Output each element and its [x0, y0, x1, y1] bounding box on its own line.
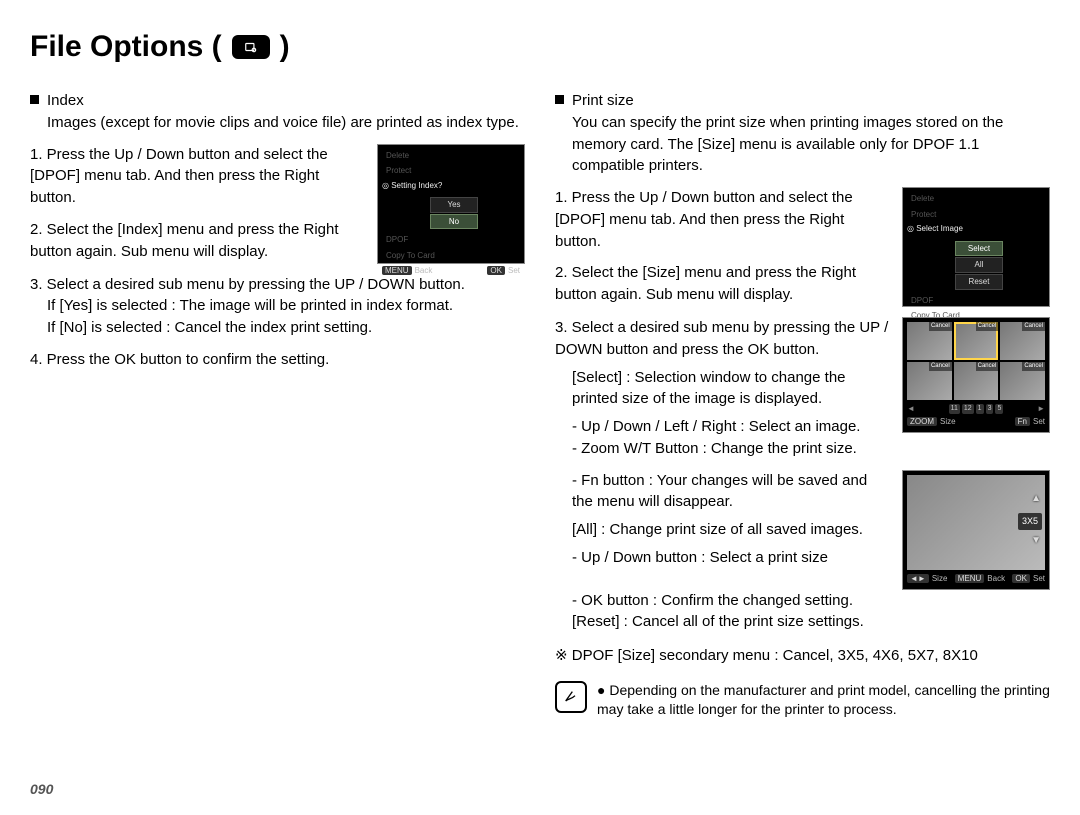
right-fn: - Fn button : Your changes will be saved…: [572, 470, 890, 514]
lcd-single-photo: ▲ 3X5 ▼ ◄►Size MENUBack OKSet: [902, 470, 1050, 590]
arrow-up-icon: ▲: [1031, 492, 1041, 507]
section-title-print-size: Print size: [572, 90, 634, 112]
left-step1: 1. Press the Up / Down button and select…: [30, 144, 365, 209]
menu-copy: Copy To Card: [382, 249, 520, 263]
footer-back: Back: [987, 574, 1005, 583]
right-column: Print size You can specify the print siz…: [555, 90, 1050, 720]
left-step3: 3. Select a desired sub menu by pressing…: [30, 274, 525, 296]
right-step1: 1. Press the Up / Down button and select…: [555, 187, 890, 252]
note-text: Depending on the manufacturer and print …: [597, 682, 1050, 718]
left-column: Index Images (except for movie clips and…: [30, 90, 525, 720]
menu-setting-index: ◎ Setting Index?: [382, 180, 520, 192]
tag-arrows: ◄►: [907, 574, 929, 583]
left-step2: 2. Select the [Index] menu and press the…: [30, 219, 365, 263]
right-select: [Select] : Selection window to change th…: [572, 367, 890, 411]
page-label: 1: [976, 404, 984, 414]
lcd-setting-index: Delete Protect ◎ Setting Index? Yes No D…: [377, 144, 525, 264]
menu-select-image: ◎ Select Image: [907, 223, 1045, 235]
lcd-thumbnail-grid: Cancel Cancel Cancel Cancel Cancel Cance…: [902, 317, 1050, 433]
page-label: 12: [962, 404, 974, 414]
choice-no: No: [430, 214, 478, 230]
page-nav-left: ◄: [907, 403, 915, 415]
tag-ok: OK: [487, 266, 505, 275]
page-nav-right: ►: [1037, 403, 1045, 415]
page-label: 11: [949, 404, 960, 414]
thumb: Cancel: [1000, 362, 1045, 400]
right-zoom: - Zoom W/T Button : Change the print siz…: [572, 438, 890, 460]
menu-dpof: DPOF: [907, 294, 1045, 308]
tag-ok: OK: [1012, 574, 1030, 583]
right-reset: [Reset] : Cancel all of the print size s…: [572, 611, 1050, 633]
menu-protect: Protect: [382, 164, 520, 178]
page-number: 090: [30, 781, 53, 797]
thumb: Cancel: [907, 362, 952, 400]
tag-menu: MENU: [955, 574, 985, 583]
right-updown: - Up / Down / Left / Right : Select an i…: [572, 416, 890, 438]
right-step3: 3. Select a desired sub menu by pressing…: [555, 317, 890, 361]
choice-reset: Reset: [955, 274, 1003, 290]
left-step3-yes: If [Yes] is selected : The image will be…: [47, 295, 525, 317]
footer-set: Set: [1033, 417, 1045, 426]
size-badge: 3X5: [1018, 513, 1042, 530]
left-step3-no: If [No] is selected : Cancel the index p…: [47, 317, 525, 339]
footer-set: Set: [508, 266, 520, 275]
menu-dpof: DPOF: [382, 233, 520, 247]
thumb: Cancel: [954, 362, 999, 400]
choice-all: All: [955, 257, 1003, 273]
section-title-index: Index: [47, 90, 84, 112]
menu-delete: Delete: [907, 192, 1045, 206]
right-updown2: - Up / Down button : Select a print size: [572, 547, 890, 569]
dpof-secondary: ※ DPOF [Size] secondary menu : Cancel, 3…: [555, 645, 1050, 667]
footer-size: Size: [932, 574, 948, 583]
page-label: 3: [986, 404, 994, 414]
thumb: Cancel: [1000, 322, 1045, 360]
choice-select: Select: [955, 241, 1003, 257]
thumb-selected: Cancel: [954, 322, 999, 360]
menu-delete: Delete: [382, 149, 520, 163]
square-bullet-icon: [30, 95, 39, 104]
index-intro: Images (except for movie clips and voice…: [47, 112, 525, 134]
arrow-down-icon: ▼: [1031, 534, 1041, 549]
right-step2: 2. Select the [Size] menu and press the …: [555, 262, 890, 306]
choice-yes: Yes: [430, 197, 478, 213]
page-label: 5: [995, 404, 1003, 414]
page-title: File Options ( ): [30, 30, 1050, 64]
right-all: [All] : Change print size of all saved i…: [572, 519, 890, 541]
title-text: File Options (: [30, 30, 222, 64]
footer-size: Size: [940, 417, 956, 426]
note-icon: [555, 681, 587, 713]
print-size-intro: You can specify the print size when prin…: [572, 112, 1050, 177]
title-close: ): [280, 30, 290, 64]
square-bullet-icon: [555, 95, 564, 104]
tag-fn: Fn: [1015, 417, 1030, 426]
footer-set: Set: [1033, 574, 1045, 583]
manual-page: File Options ( ) Index Images (except fo…: [0, 0, 1080, 815]
thumb: Cancel: [907, 322, 952, 360]
file-options-icon: [232, 35, 270, 59]
tag-zoom: ZOOM: [907, 417, 937, 426]
lcd-select-image: Delete Protect ◎ Select Image Select All…: [902, 187, 1050, 307]
left-step4: 4. Press the OK button to confirm the se…: [30, 349, 525, 371]
right-ok: - OK button : Confirm the changed settin…: [572, 590, 1050, 612]
note-bullet: ●: [597, 682, 605, 698]
menu-protect: Protect: [907, 208, 1045, 222]
